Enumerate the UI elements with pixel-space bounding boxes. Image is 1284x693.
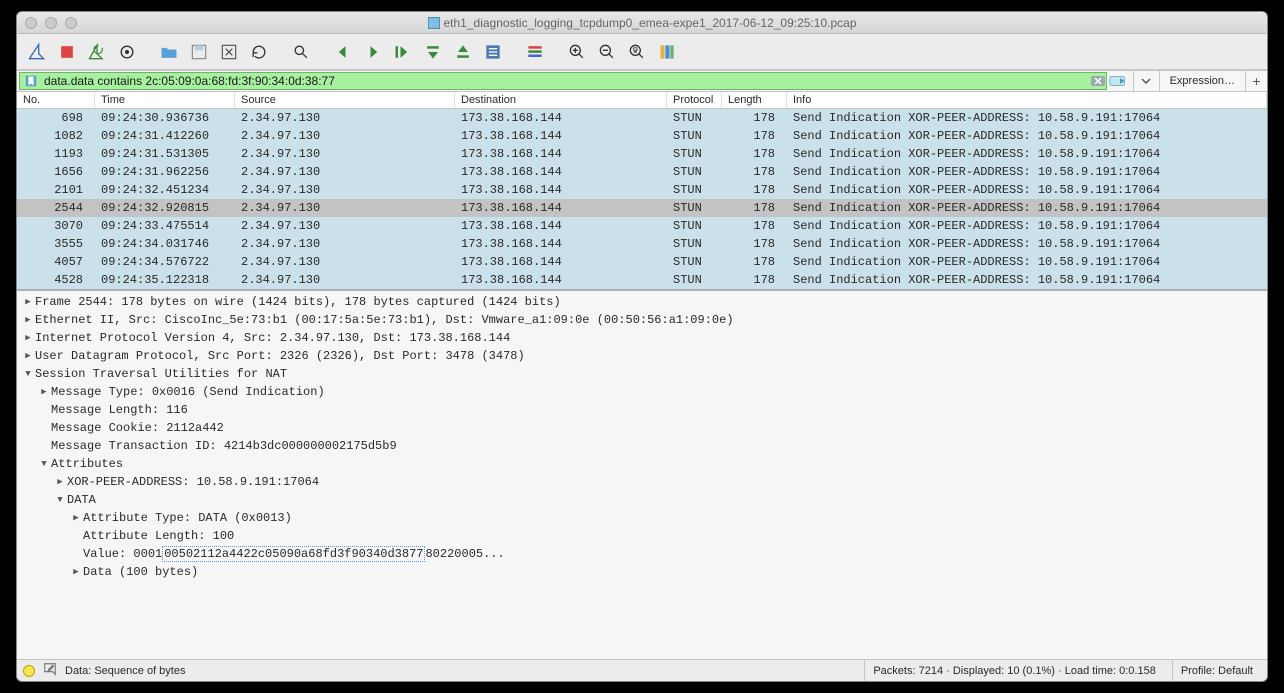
colorize-button[interactable] bbox=[521, 38, 549, 66]
capture-comment-icon[interactable] bbox=[43, 662, 57, 679]
highlighted-bytes: 00502112a4422c05090a68fd3f90340d3877 bbox=[162, 546, 425, 562]
save-file-button[interactable] bbox=[185, 38, 213, 66]
display-filter-bar: Expression… + bbox=[17, 70, 1267, 92]
attributes-line[interactable]: Attributes bbox=[51, 455, 123, 473]
clear-filter-button[interactable] bbox=[1090, 73, 1106, 89]
col-time[interactable]: Time bbox=[95, 92, 235, 108]
msg-cookie-line[interactable]: Message Cookie: 2112a442 bbox=[51, 419, 224, 437]
frame-line[interactable]: Frame 2544: 178 bytes on wire (1424 bits… bbox=[35, 293, 561, 311]
col-destination[interactable]: Destination bbox=[455, 92, 667, 108]
auto-scroll-button[interactable] bbox=[479, 38, 507, 66]
restart-capture-button[interactable] bbox=[83, 38, 111, 66]
status-packets: Packets: 7214 · Displayed: 10 (0.1%) · L… bbox=[864, 660, 1164, 682]
packet-row[interactable]: 210109:24:32.4512342.34.97.130173.38.168… bbox=[17, 181, 1267, 199]
expand-icon[interactable] bbox=[53, 473, 67, 491]
packet-row[interactable]: 452809:24:35.1223182.34.97.130173.38.168… bbox=[17, 271, 1267, 289]
packet-row[interactable]: 355509:24:34.0317462.34.97.130173.38.168… bbox=[17, 235, 1267, 253]
main-toolbar bbox=[17, 34, 1267, 70]
attr-value-line[interactable]: Value: 000100502112a4422c05090a68fd3f903… bbox=[83, 545, 505, 563]
expression-button[interactable]: Expression… bbox=[1159, 71, 1245, 91]
expand-icon[interactable] bbox=[69, 509, 83, 527]
collapse-icon[interactable] bbox=[53, 491, 67, 509]
xor-peer-line[interactable]: XOR-PEER-ADDRESS: 10.58.9.191:17064 bbox=[67, 473, 319, 491]
expand-icon[interactable] bbox=[21, 293, 35, 311]
col-no[interactable]: No. bbox=[17, 92, 95, 108]
packet-rows: 69809:24:30.9367362.34.97.130173.38.168.… bbox=[17, 109, 1267, 289]
data-line[interactable]: DATA bbox=[67, 491, 96, 509]
col-length[interactable]: Length bbox=[722, 92, 787, 108]
expand-icon[interactable] bbox=[21, 311, 35, 329]
status-bar: Data: Sequence of bytes Packets: 7214 · … bbox=[17, 659, 1267, 681]
stop-capture-button[interactable] bbox=[53, 38, 81, 66]
packet-row[interactable]: 307009:24:33.4755142.34.97.130173.38.168… bbox=[17, 217, 1267, 235]
packet-details-pane[interactable]: Frame 2544: 178 bytes on wire (1424 bits… bbox=[17, 289, 1267, 659]
expand-icon[interactable] bbox=[69, 563, 83, 581]
packet-row[interactable]: 254409:24:32.9208152.34.97.130173.38.168… bbox=[17, 199, 1267, 217]
go-to-packet-button[interactable] bbox=[389, 38, 417, 66]
zoom-in-button[interactable] bbox=[563, 38, 591, 66]
display-filter-input[interactable] bbox=[42, 73, 1090, 89]
udp-line[interactable]: User Datagram Protocol, Src Port: 2326 (… bbox=[35, 347, 525, 365]
ip-line[interactable]: Internet Protocol Version 4, Src: 2.34.9… bbox=[35, 329, 510, 347]
col-protocol[interactable]: Protocol bbox=[667, 92, 722, 108]
packet-list-headers: No. Time Source Destination Protocol Len… bbox=[17, 92, 1267, 109]
collapse-icon[interactable] bbox=[37, 455, 51, 473]
packet-row[interactable]: 108209:24:31.4122602.34.97.130173.38.168… bbox=[17, 127, 1267, 145]
packet-row[interactable]: 69809:24:30.9367362.34.97.130173.38.168.… bbox=[17, 109, 1267, 127]
col-source[interactable]: Source bbox=[235, 92, 455, 108]
packet-row[interactable]: 165609:24:31.9622562.34.97.130173.38.168… bbox=[17, 163, 1267, 181]
zoom-reset-button[interactable] bbox=[623, 38, 651, 66]
pcap-file-icon bbox=[428, 17, 440, 29]
packet-list-pane: No. Time Source Destination Protocol Len… bbox=[17, 92, 1267, 289]
go-first-button[interactable] bbox=[419, 38, 447, 66]
ethernet-line[interactable]: Ethernet II, Src: CiscoInc_5e:73:b1 (00:… bbox=[35, 311, 734, 329]
attr-length-line[interactable]: Attribute Length: 100 bbox=[83, 527, 234, 545]
packet-row[interactable]: 405709:24:34.5767222.34.97.130173.38.168… bbox=[17, 253, 1267, 271]
msg-txn-line[interactable]: Message Transaction ID: 4214b3dc00000000… bbox=[51, 437, 397, 455]
expand-icon[interactable] bbox=[21, 347, 35, 365]
zoom-out-button[interactable] bbox=[593, 38, 621, 66]
apply-filter-button[interactable] bbox=[1107, 71, 1133, 91]
msg-length-line[interactable]: Message Length: 116 bbox=[51, 401, 188, 419]
filter-history-dropdown[interactable] bbox=[1133, 71, 1159, 91]
stun-line[interactable]: Session Traversal Utilities for NAT bbox=[35, 365, 287, 383]
status-hint: Data: Sequence of bytes bbox=[65, 665, 185, 677]
window-title: eth1_diagnostic_logging_tcpdump0_emea-ex… bbox=[17, 16, 1267, 30]
col-info[interactable]: Info bbox=[787, 92, 1267, 108]
display-filter-input-wrap bbox=[19, 72, 1107, 90]
window-title-text: eth1_diagnostic_logging_tcpdump0_emea-ex… bbox=[444, 16, 857, 30]
collapse-icon[interactable] bbox=[21, 365, 35, 383]
go-back-button[interactable] bbox=[329, 38, 357, 66]
expand-icon[interactable] bbox=[21, 329, 35, 347]
reload-button[interactable] bbox=[245, 38, 273, 66]
expert-info-led-icon[interactable] bbox=[23, 665, 35, 677]
go-last-button[interactable] bbox=[449, 38, 477, 66]
open-file-button[interactable] bbox=[155, 38, 183, 66]
attr-type-line[interactable]: Attribute Type: DATA (0x0013) bbox=[83, 509, 292, 527]
packet-row[interactable]: 119309:24:31.5313052.34.97.130173.38.168… bbox=[17, 145, 1267, 163]
shark-fin-icon[interactable] bbox=[23, 38, 51, 66]
data-bytes-line[interactable]: Data (100 bytes) bbox=[83, 563, 198, 581]
capture-options-button[interactable] bbox=[113, 38, 141, 66]
close-file-button[interactable] bbox=[215, 38, 243, 66]
title-bar: eth1_diagnostic_logging_tcpdump0_emea-ex… bbox=[17, 12, 1267, 34]
bookmark-filter-icon[interactable] bbox=[24, 74, 38, 88]
msg-type-line[interactable]: Message Type: 0x0016 (Send Indication) bbox=[51, 383, 325, 401]
app-window: eth1_diagnostic_logging_tcpdump0_emea-ex… bbox=[16, 11, 1268, 682]
status-profile[interactable]: Profile: Default bbox=[1172, 660, 1261, 682]
expand-icon[interactable] bbox=[37, 383, 51, 401]
find-packet-button[interactable] bbox=[287, 38, 315, 66]
resize-columns-button[interactable] bbox=[653, 38, 681, 66]
go-forward-button[interactable] bbox=[359, 38, 387, 66]
add-filter-button[interactable]: + bbox=[1245, 71, 1267, 91]
